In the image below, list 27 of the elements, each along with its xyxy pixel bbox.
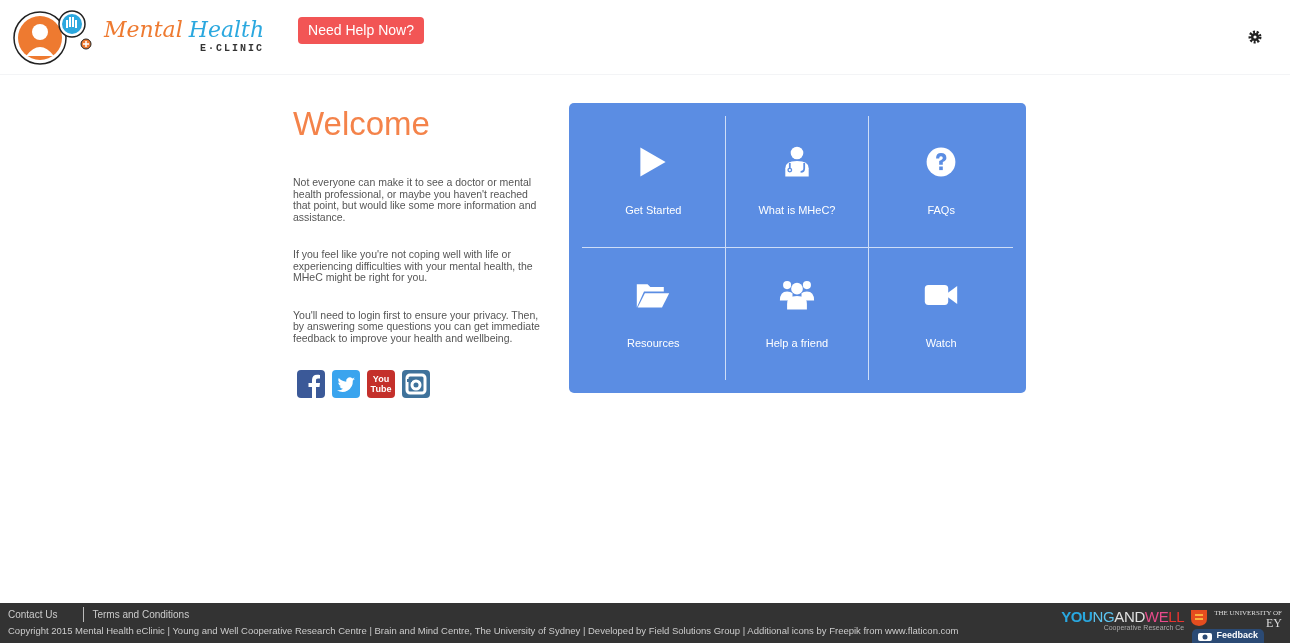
menu-tile[interactable]: Watch	[869, 248, 1013, 380]
logo-text: Mental	[104, 18, 183, 41]
camera-icon	[1198, 631, 1213, 641]
footer-link[interactable]: Contact Us	[8, 607, 58, 623]
youtube-link[interactable]: You Tube	[367, 370, 395, 398]
menu-tile[interactable]: FAQs	[869, 116, 1013, 248]
intro-paragraph: If you feel like you're not coping well with life or experiencing difficulties with your mental health, the MHeC might be right for you.	[293, 249, 534, 284]
footer-link[interactable]: Terms and Conditions	[83, 607, 190, 623]
partner-logo: YOUNGANDWELL	[1061, 608, 1185, 624]
menu-tile[interactable]: Help a friend	[725, 248, 870, 380]
menu-tile[interactable]: Get Started	[582, 116, 726, 248]
feedback-tab[interactable]: Feedback	[1192, 629, 1264, 643]
facebook-icon[interactable]	[297, 370, 325, 398]
intro-paragraph: You'll need to login first to ensure your privacy. Then, by answering some questions you can get immediate feedback to improve your health and wellbeing.	[293, 309, 541, 344]
need-help-button[interactable]: Need Help Now?	[298, 16, 424, 44]
logo-subtitle: E·CLINIC	[200, 41, 265, 56]
intro-paragraph: Not everyone can make it to see a doctor or mental health professional, or maybe you haven't reached that point, but would like some more information and assistance.	[293, 177, 538, 223]
settings-icon[interactable]	[1248, 30, 1262, 44]
twitter-icon[interactable]	[332, 370, 360, 398]
university-text: EY	[1266, 616, 1282, 629]
menu-tile[interactable]: What is MHeC?	[725, 116, 870, 248]
copyright-text: Copyright 2015 Mental Health eClinic | Young and Well Cooperative Research Centre | Brain and Mind Centre, The University of Sydney | Developed by Field Solutions Group | Additional icons by Freepik from www.flaticon.com	[8, 624, 959, 639]
crest-icon	[1190, 608, 1209, 627]
instagram-icon[interactable]	[402, 370, 430, 398]
welcome-heading: Welcome	[293, 107, 431, 140]
menu-tile[interactable]: Resources	[582, 248, 726, 380]
logo-text: Health	[188, 18, 265, 41]
